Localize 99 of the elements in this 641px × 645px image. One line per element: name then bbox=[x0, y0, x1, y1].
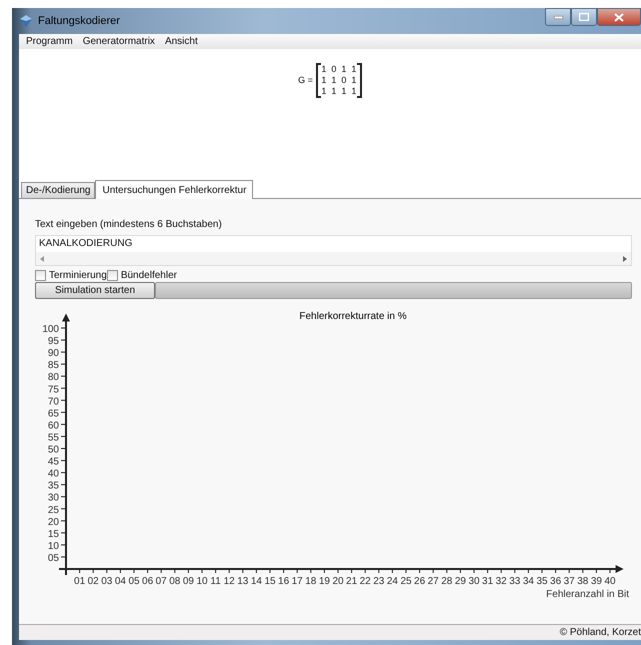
axis-tick-label: 35 bbox=[48, 480, 59, 492]
axis-tick-label: 95 bbox=[48, 336, 59, 348]
matrix-entry: 1 bbox=[330, 74, 337, 86]
matrix-entry: 1 bbox=[340, 64, 347, 74]
axis-tick-label: 31 bbox=[482, 576, 494, 587]
axis-tick-label: 14 bbox=[250, 576, 262, 587]
close-icon bbox=[614, 12, 624, 22]
maximize-icon bbox=[579, 13, 589, 21]
axis-tick-label: 40 bbox=[48, 468, 59, 480]
chart-title: Fehlerkorrekturrate in % bbox=[299, 311, 407, 322]
text-input-field[interactable]: KANALKODIERUNG bbox=[35, 235, 632, 266]
axis-tick-label: 22 bbox=[360, 576, 371, 587]
axis-tick-label: 10 bbox=[196, 576, 208, 587]
matrix-entry: 0 bbox=[330, 64, 337, 74]
axis-tick-label: 12 bbox=[224, 576, 235, 587]
axis-tick-label: 24 bbox=[386, 576, 398, 587]
axis-tick-label: 33 bbox=[509, 576, 520, 587]
menu-item[interactable]: Ansicht bbox=[160, 36, 203, 47]
axis-tick-label: 07 bbox=[156, 576, 167, 587]
axis-tick-label: 15 bbox=[48, 528, 59, 540]
axis-tick-label: 36 bbox=[550, 576, 562, 587]
axis-tick-label: 35 bbox=[536, 576, 548, 587]
axis-tick-label: 40 bbox=[604, 576, 616, 587]
axis-tick-label: 100 bbox=[42, 324, 59, 335]
minimize-icon bbox=[554, 16, 562, 18]
axis-tick-label: 28 bbox=[441, 576, 452, 587]
axis-tick-label: 11 bbox=[210, 576, 221, 587]
menu-item[interactable]: Generatormatrix bbox=[78, 36, 160, 47]
axis-tick-label: 80 bbox=[48, 372, 59, 384]
scroll-right-icon[interactable] bbox=[623, 256, 627, 262]
close-button[interactable] bbox=[597, 8, 641, 26]
axis-tick-label: 20 bbox=[48, 516, 59, 528]
axis-tick-label: 05 bbox=[48, 552, 59, 564]
axis-tick-label: 15 bbox=[264, 576, 276, 587]
matrix-entry: 1 bbox=[350, 74, 357, 86]
matrix-entry: 1 bbox=[350, 86, 357, 96]
matrix-entry: 1 bbox=[340, 86, 347, 96]
axis-tick-label: 25 bbox=[400, 576, 412, 587]
matrix-entry: 1 bbox=[350, 64, 357, 74]
axis-tick-label: 25 bbox=[48, 504, 59, 516]
axis-tick-label: 18 bbox=[305, 576, 316, 587]
axis-tick-label: 32 bbox=[496, 576, 507, 587]
maximize-button[interactable] bbox=[571, 8, 597, 26]
axis-tick-label: 02 bbox=[88, 576, 99, 587]
simulate-button[interactable]: Simulation starten bbox=[35, 282, 155, 299]
axis-tick-label: 26 bbox=[414, 576, 426, 587]
minimize-button[interactable] bbox=[545, 8, 571, 26]
scroll-left-icon[interactable] bbox=[40, 256, 44, 262]
axis-tick-label: 17 bbox=[292, 576, 303, 587]
axis-tick-label: 70 bbox=[48, 396, 59, 408]
axis-tick-label: 38 bbox=[577, 576, 588, 587]
window-title: Faltungskodierer bbox=[38, 15, 120, 27]
axis-tick-label: 60 bbox=[48, 420, 59, 432]
axis-tick-label: 06 bbox=[142, 576, 154, 587]
horizontal-scrollbar[interactable] bbox=[36, 252, 631, 265]
axis-tick-label: 45 bbox=[48, 456, 59, 468]
axis-tick-label: 55 bbox=[48, 432, 59, 444]
axis-tick-label: 65 bbox=[48, 408, 59, 420]
field-label: Text eingeben (mindestens 6 Buchstaben) bbox=[35, 219, 223, 232]
matrix-entry: 1 bbox=[320, 86, 327, 96]
matrix-entry: 1 bbox=[320, 64, 327, 74]
axis-tick-label: 75 bbox=[48, 384, 59, 396]
axis-tick-label: 90 bbox=[48, 348, 59, 360]
app-icon bbox=[19, 14, 33, 28]
axis-tick-label: 05 bbox=[128, 576, 140, 587]
axis-tick-label: 34 bbox=[522, 576, 534, 587]
axis-tick-label: 20 bbox=[332, 576, 344, 587]
axis-tick-label: 30 bbox=[48, 492, 59, 504]
axis-tick-label: 16 bbox=[278, 576, 290, 587]
axis-tick-label: 19 bbox=[318, 576, 330, 587]
axis-tick-label: 04 bbox=[114, 576, 126, 587]
axis-tick-label: 08 bbox=[169, 576, 180, 587]
axis-tick-label: 39 bbox=[590, 576, 602, 587]
menu-item[interactable]: Programm bbox=[21, 36, 78, 47]
axis-tick-label: 01 bbox=[74, 576, 86, 587]
axis-tick-label: 03 bbox=[101, 576, 112, 587]
axis-tick-label: 30 bbox=[468, 576, 480, 587]
checkbox-label: Terminierung bbox=[49, 270, 107, 280]
x-axis-title: Fehleranzahl in Bit bbox=[546, 589, 629, 600]
axis-tick-label: 29 bbox=[454, 576, 466, 587]
axis-tick-label: 21 bbox=[346, 576, 358, 587]
axis-tick-label: 27 bbox=[428, 576, 439, 587]
tab[interactable]: De-/Kodierung bbox=[21, 182, 96, 198]
axis-tick-label: 85 bbox=[48, 360, 59, 372]
status-text: © Pöhland, Korzet bbox=[560, 627, 641, 638]
axis-tick-label: 09 bbox=[182, 576, 194, 587]
tab[interactable]: Untersuchungen Fehlerkorrektur bbox=[95, 180, 254, 199]
axis-tick-label: 23 bbox=[373, 576, 384, 587]
checkbox[interactable] bbox=[35, 270, 46, 280]
checkbox-label: Bündelfehler bbox=[120, 270, 177, 280]
axis-tick-label: 13 bbox=[237, 576, 248, 587]
matrix-label: G = bbox=[298, 75, 313, 85]
axis-tick-label: 37 bbox=[564, 576, 575, 587]
matrix-entry: 1 bbox=[330, 86, 337, 96]
matrix-entry: 1 bbox=[320, 74, 327, 86]
checkbox[interactable] bbox=[106, 270, 118, 280]
axis-tick-label: 10 bbox=[48, 540, 59, 552]
matrix-entry: 0 bbox=[340, 74, 347, 86]
axis-tick-label: 50 bbox=[48, 444, 59, 456]
